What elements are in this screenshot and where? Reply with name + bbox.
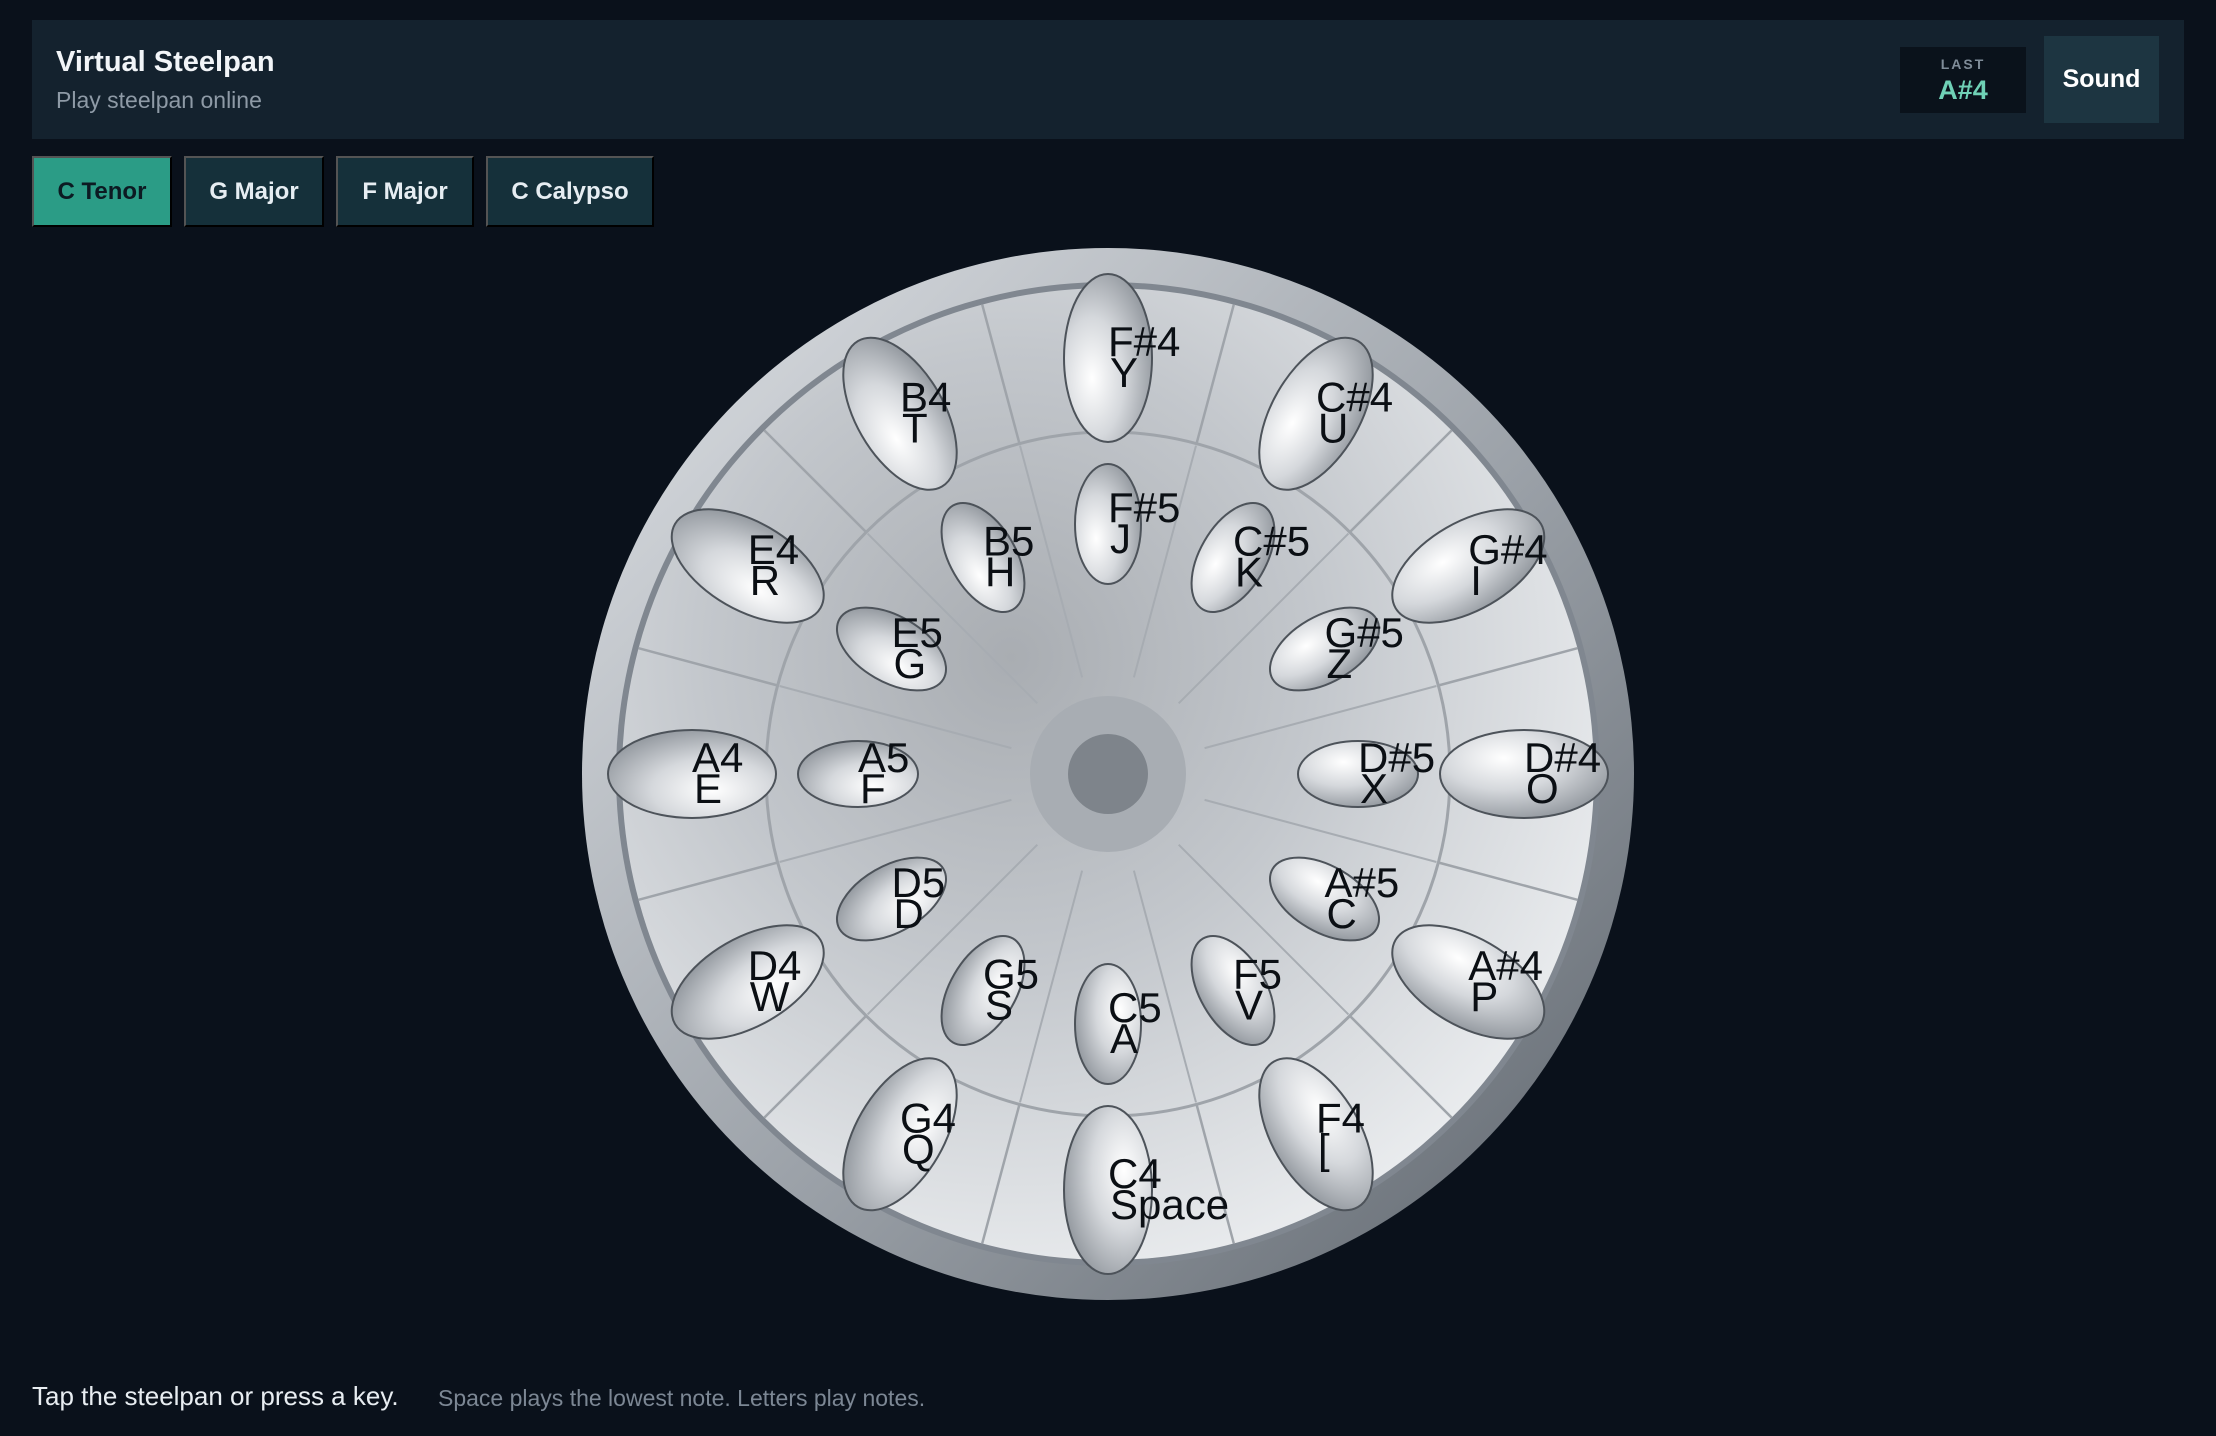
key-hint-label: T: [902, 405, 928, 452]
key-hint-label: V: [1235, 982, 1263, 1029]
steelpan: F#4YC#4UG#4ID#4OA#4PF4[C4SpaceG4QD4WA4EE…: [582, 248, 1634, 1300]
key-hint-label: Space: [1110, 1181, 1229, 1228]
key-hint-label: G: [893, 640, 926, 687]
key-hint-label: Z: [1327, 640, 1353, 687]
key-hint-label: D: [893, 890, 923, 937]
key-hint-label: [: [1318, 1125, 1330, 1172]
footer-hint: Space plays the lowest note. Letters pla…: [438, 1385, 926, 1411]
key-hint-label: X: [1360, 765, 1388, 812]
key-hint-label: Q: [902, 1125, 935, 1172]
key-hint-label: P: [1470, 973, 1498, 1020]
key-hint-label: O: [1526, 765, 1559, 812]
center-dimple: [1068, 734, 1148, 814]
key-hint-label: Y: [1110, 349, 1138, 396]
key-hint-label: F: [860, 765, 886, 812]
key-hint-label: J: [1110, 515, 1131, 562]
key-hint-label: C: [1327, 890, 1357, 937]
key-hint-label: R: [750, 557, 780, 604]
key-hint-label: A: [1110, 1015, 1138, 1062]
note-pad-a4[interactable]: A4E: [607, 729, 777, 819]
footer-instruction: Tap the steelpan or press a key.: [32, 1381, 399, 1411]
key-hint-label: E: [694, 765, 722, 812]
key-hint-label: H: [985, 548, 1015, 595]
key-hint-label: K: [1235, 548, 1263, 595]
key-hint-label: S: [985, 982, 1013, 1029]
key-hint-label: W: [750, 973, 790, 1020]
key-hint-label: I: [1470, 557, 1482, 604]
note-pad-ds4[interactable]: D#4O: [1439, 729, 1609, 819]
key-hint-label: U: [1318, 405, 1348, 452]
